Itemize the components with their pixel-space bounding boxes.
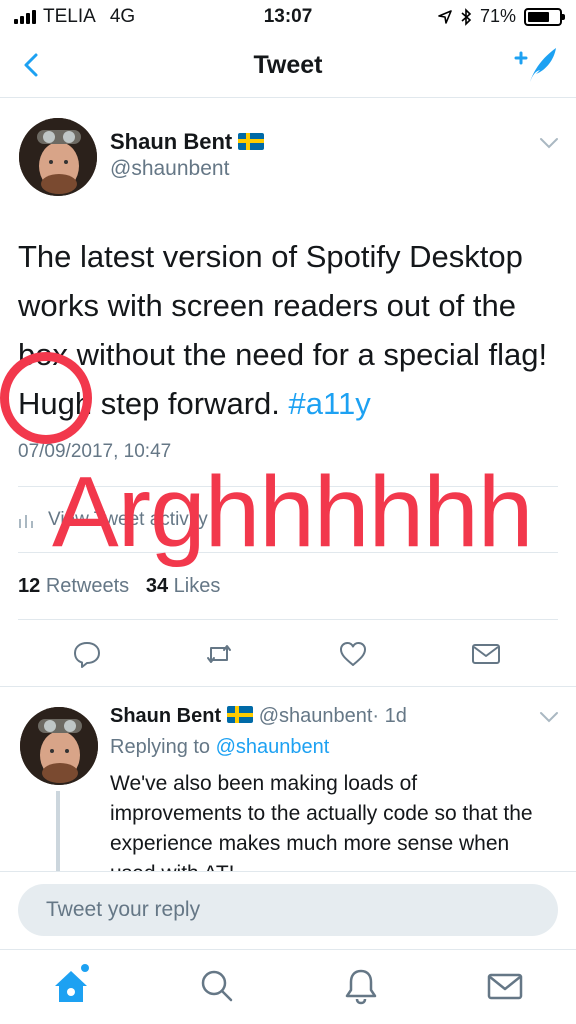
divider: [18, 486, 558, 487]
status-bar: TELIA 4G 13:07 71%: [0, 0, 576, 34]
retweet-icon[interactable]: [204, 639, 234, 669]
likes-stat[interactable]: 34 Likes: [146, 575, 221, 597]
chevron-down-icon[interactable]: [539, 711, 559, 723]
replying-to: Replying to @shaunbent: [110, 736, 329, 759]
bluetooth-icon: [461, 7, 472, 26]
reply-input[interactable]: [18, 884, 558, 936]
avatar[interactable]: [19, 118, 97, 196]
retweets-stat[interactable]: 12 Retweets: [18, 575, 129, 597]
activity-label: View Tweet activity: [48, 509, 208, 530]
author-name[interactable]: Shaun Bent: [110, 129, 265, 155]
reply-composer: [0, 871, 576, 949]
reply-author-name[interactable]: Shaun Bent: [110, 705, 221, 727]
analytics-icon: [19, 515, 33, 528]
tab-bar: [0, 949, 576, 1024]
reply-header: Shaun Bent @shaunbent· 1d: [110, 705, 407, 728]
tweet-text-line: box without the need for a special flag!: [18, 337, 548, 372]
divider: [18, 552, 558, 553]
tweet-text-fragment: Hugh step forward.: [18, 386, 280, 421]
avatar[interactable]: [20, 707, 98, 785]
battery-icon: [524, 7, 565, 26]
tweet-text-line: The latest version of Spotify Desktop: [18, 239, 523, 274]
thread-line: [56, 791, 60, 871]
notifications-icon[interactable]: [341, 966, 381, 1006]
location-arrow-icon: [438, 9, 452, 24]
tweet-text-line: works with screen readers out of the: [18, 288, 516, 323]
retweet-label: Retweets: [45, 575, 130, 597]
search-icon[interactable]: [196, 966, 236, 1006]
new-content-indicator: [81, 964, 89, 972]
divider: [18, 619, 558, 620]
sweden-flag-icon: [227, 706, 254, 724]
page-title: Tweet: [253, 51, 323, 79]
view-tweet-activity[interactable]: View Tweet activity: [18, 509, 208, 531]
tweet-text-line: Hugh step forward. #a11y: [18, 379, 568, 428]
tweet-text: The latest version of Spotify Desktop wo…: [18, 232, 568, 428]
home-icon[interactable]: [51, 966, 91, 1006]
reply-icon[interactable]: [72, 639, 102, 669]
messages-icon[interactable]: [485, 966, 525, 1006]
like-count: 34: [145, 575, 169, 597]
author-name-text: Shaun Bent: [110, 129, 233, 154]
battery-percent: 71%: [479, 6, 516, 26]
chevron-down-icon[interactable]: [539, 137, 559, 149]
like-label: Likes: [173, 575, 221, 597]
reply-text: We've also been making loads of improvem…: [110, 772, 533, 871]
hashtag-link[interactable]: #a11y: [289, 386, 371, 421]
replying-to-link[interactable]: @shaunbent: [216, 736, 330, 758]
like-icon[interactable]: [338, 639, 368, 669]
reply-tweet[interactable]: Shaun Bent @shaunbent· 1d Replying to @s…: [0, 687, 576, 871]
navigation-bar: Tweet: [0, 34, 576, 98]
author-handle[interactable]: @shaunbent: [110, 157, 229, 181]
reply-age: · 1d: [372, 705, 407, 727]
compose-tweet-icon[interactable]: [514, 44, 558, 84]
sweden-flag-icon: [238, 132, 265, 150]
direct-message-icon[interactable]: [471, 639, 501, 669]
tweet-actions: [0, 639, 576, 669]
replying-to-label: Replying to: [110, 736, 211, 758]
reply-author-handle[interactable]: @shaunbent: [259, 705, 373, 727]
engagement-stats: 12 Retweets 34 Likes: [18, 575, 220, 598]
tweet-timestamp: 07/09/2017, 10:47: [18, 441, 172, 462]
retweet-count: 12: [18, 575, 41, 597]
